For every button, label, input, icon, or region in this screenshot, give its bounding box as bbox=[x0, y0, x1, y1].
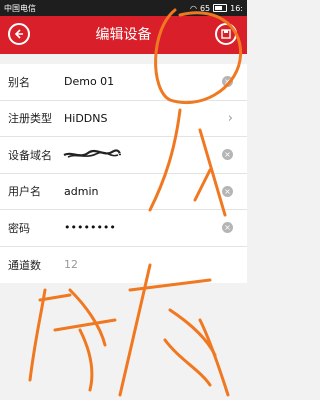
battery-icon bbox=[213, 4, 228, 12]
alias-input[interactable]: Demo 01 bbox=[64, 75, 247, 88]
username-label: 用户名 bbox=[8, 185, 41, 199]
username-input[interactable]: admin bbox=[64, 185, 247, 198]
back-button[interactable] bbox=[8, 23, 30, 45]
save-icon bbox=[221, 29, 231, 39]
register-type-label: 注册类型 bbox=[8, 112, 52, 126]
register-type-value[interactable]: HiDDNS bbox=[64, 112, 247, 125]
channel-count-value: 12 bbox=[64, 258, 78, 272]
app-header: 编辑设备 bbox=[0, 16, 247, 54]
domain-label: 设备域名 bbox=[8, 148, 52, 162]
alias-row[interactable]: 别名 Demo 01 × bbox=[0, 64, 247, 101]
save-button[interactable] bbox=[215, 23, 237, 45]
password-label: 密码 bbox=[8, 221, 30, 235]
channel-count-label: 通道数 bbox=[8, 258, 41, 272]
clear-icon[interactable]: × bbox=[222, 185, 233, 197]
device-form: 别名 Demo 01 × 注册类型 HiDDNS › 设备域名 × 用户名 ad… bbox=[0, 64, 247, 283]
status-icons: ◠ 65 16: bbox=[190, 4, 243, 13]
chevron-right-icon[interactable]: › bbox=[228, 111, 233, 126]
register-type-row[interactable]: 注册类型 HiDDNS › bbox=[0, 101, 247, 137]
clear-icon[interactable]: × bbox=[222, 149, 233, 161]
alias-label: 别名 bbox=[8, 75, 30, 89]
status-bar: 中国电信 ◠ 65 16: bbox=[0, 0, 247, 16]
page-title: 编辑设备 bbox=[95, 27, 152, 43]
password-row[interactable]: 密码 •••••••• × bbox=[0, 210, 247, 247]
redaction-scribble bbox=[63, 149, 122, 158]
domain-row[interactable]: 设备域名 × bbox=[0, 137, 247, 174]
carrier-label: 中国电信 bbox=[4, 3, 36, 13]
wifi-icon: ◠ bbox=[189, 3, 197, 13]
channel-count-row: 通道数 12 bbox=[0, 247, 247, 284]
password-input[interactable]: •••••••• bbox=[64, 221, 247, 234]
username-row[interactable]: 用户名 admin × bbox=[0, 174, 247, 210]
back-arrow-icon bbox=[14, 29, 23, 39]
time-label: 16: bbox=[230, 3, 243, 13]
battery-label: 65 bbox=[199, 3, 211, 13]
